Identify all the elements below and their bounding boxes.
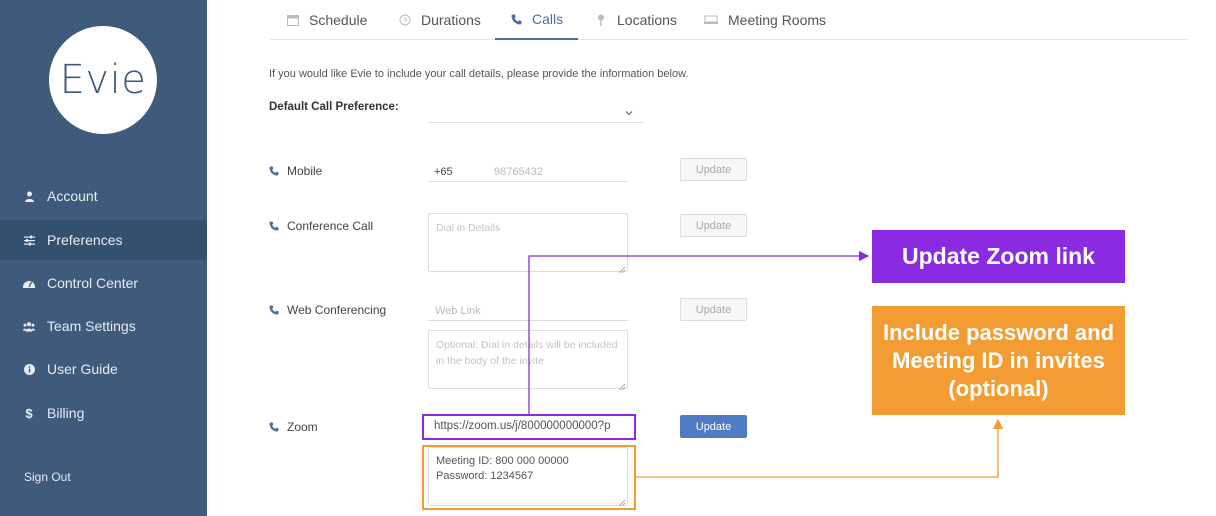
sidebar-item-account[interactable]: Account bbox=[0, 176, 207, 216]
sidebar-item-label: Account bbox=[47, 188, 98, 204]
sidebar-item-user-guide[interactable]: User Guide bbox=[0, 349, 207, 389]
web-row-label: Web Conferencing bbox=[269, 303, 386, 317]
web-link-input[interactable]: Web Link bbox=[428, 301, 628, 321]
sidebar-item-team-settings[interactable]: Team Settings bbox=[0, 306, 207, 346]
conference-update-button[interactable]: Update bbox=[680, 214, 747, 237]
calendar-icon bbox=[287, 14, 299, 26]
info-icon bbox=[23, 363, 35, 375]
phone-icon bbox=[269, 305, 279, 315]
room-icon bbox=[704, 14, 718, 26]
logo-text: Evie bbox=[59, 57, 147, 103]
country-code-field[interactable]: +65 bbox=[428, 162, 468, 182]
team-icon bbox=[23, 320, 35, 332]
sidebar-item-label: Team Settings bbox=[47, 318, 136, 334]
sidebar-item-label: Billing bbox=[47, 405, 85, 421]
zoom-details-highlight bbox=[422, 445, 636, 510]
tab-label: Durations bbox=[421, 12, 481, 28]
sidebar-item-label: Preferences bbox=[47, 232, 123, 248]
web-notes-textarea[interactable]: Optional: Dial in details will be includ… bbox=[428, 330, 628, 391]
mobile-label: Mobile bbox=[287, 164, 323, 178]
zoom-row-label: Zoom bbox=[269, 420, 318, 434]
resize-handle-icon[interactable] bbox=[618, 379, 626, 391]
sidebar-item-control-center[interactable]: Control Center bbox=[0, 263, 207, 303]
conference-label: Conference Call bbox=[287, 219, 374, 233]
textarea-placeholder: Optional: Dial in details will be includ… bbox=[436, 339, 618, 367]
zoom-label: Zoom bbox=[287, 420, 318, 434]
tab-label: Locations bbox=[617, 12, 677, 28]
tab-bar: Schedule Durations Calls Locations Meeti… bbox=[270, 0, 1188, 40]
dashboard-icon bbox=[23, 277, 35, 289]
tab-schedule[interactable]: Schedule bbox=[287, 0, 367, 40]
include-password-callout: Include password and Meeting ID in invit… bbox=[872, 306, 1125, 415]
mobile-number-input[interactable]: 98765432 bbox=[468, 162, 628, 182]
web-update-button[interactable]: Update bbox=[680, 298, 747, 321]
default-call-preference-label: Default Call Preference: bbox=[269, 101, 399, 113]
phone-icon bbox=[269, 166, 279, 176]
sliders-icon bbox=[23, 234, 35, 246]
update-zoom-callout: Update Zoom link bbox=[872, 230, 1125, 283]
textarea-placeholder: Dial in Details bbox=[436, 222, 501, 234]
mobile-update-button[interactable]: Update bbox=[680, 158, 747, 181]
intro-text: If you would like Evie to include your c… bbox=[269, 68, 689, 80]
web-label: Web Conferencing bbox=[287, 303, 387, 317]
sidebar-item-label: Control Center bbox=[47, 275, 139, 291]
zoom-update-button[interactable]: Update bbox=[680, 415, 747, 438]
tab-durations[interactable]: Durations bbox=[399, 0, 481, 40]
sidebar-item-billing[interactable]: $ Billing bbox=[0, 393, 207, 433]
conference-row-label: Conference Call bbox=[269, 219, 373, 233]
tab-label: Calls bbox=[532, 11, 564, 27]
pin-icon bbox=[595, 14, 607, 26]
zoom-link-highlight bbox=[422, 414, 636, 440]
chevron-down-icon bbox=[624, 105, 634, 116]
sidebar-item-preferences[interactable]: Preferences bbox=[0, 220, 207, 260]
dollar-icon: $ bbox=[25, 405, 33, 421]
tab-calls[interactable]: Calls bbox=[495, 0, 578, 40]
conference-details-textarea[interactable]: Dial in Details bbox=[428, 213, 628, 274]
user-icon bbox=[23, 190, 35, 202]
clock-icon bbox=[399, 14, 411, 26]
resize-handle-icon[interactable] bbox=[618, 262, 626, 274]
tab-locations[interactable]: Locations bbox=[595, 0, 677, 40]
phone-icon bbox=[510, 13, 522, 25]
tab-label: Meeting Rooms bbox=[728, 12, 827, 28]
sidebar: Evie Account Preferences Control Center … bbox=[0, 0, 207, 516]
evie-logo[interactable]: Evie bbox=[49, 26, 157, 134]
mobile-row-label: Mobile bbox=[269, 164, 322, 178]
phone-icon bbox=[269, 221, 279, 231]
sidebar-item-label: User Guide bbox=[47, 361, 118, 377]
tab-label: Schedule bbox=[309, 12, 368, 28]
sign-out-link[interactable]: Sign Out bbox=[24, 470, 71, 484]
tab-meeting-rooms[interactable]: Meeting Rooms bbox=[704, 0, 826, 40]
phone-icon bbox=[269, 422, 279, 432]
default-call-preference-select[interactable] bbox=[428, 100, 644, 123]
